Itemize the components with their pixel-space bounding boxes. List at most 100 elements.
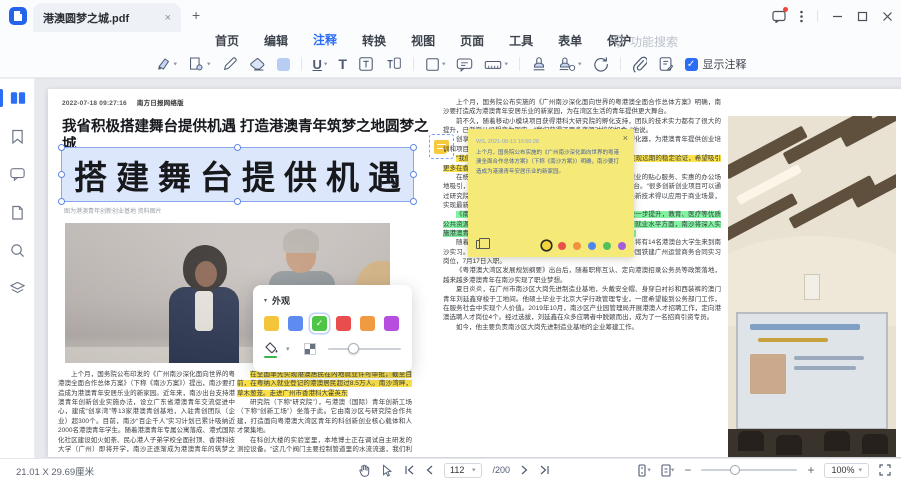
fullscreen-button[interactable]: [879, 464, 891, 476]
sidebar-item-thumbnails[interactable]: [0, 79, 35, 117]
note-color-dot[interactable]: [573, 242, 581, 250]
article-paragraph: 研究院（下称“研究院”），与港澳（国际）青年创新工场（下称“创新工场”）坐落于此…: [237, 398, 412, 435]
underline-tool[interactable]: U ▾: [313, 57, 328, 72]
menu-item[interactable]: 页面: [460, 32, 484, 52]
opacity-icon[interactable]: [304, 343, 316, 355]
note-color-dot[interactable]: [558, 242, 566, 250]
maximize-button[interactable]: [857, 11, 868, 22]
menu-item[interactable]: 编辑: [264, 32, 288, 52]
rotate-tool[interactable]: [593, 56, 609, 72]
resize-handle[interactable]: [58, 171, 65, 178]
checkbox-checked-icon[interactable]: ✓: [685, 58, 698, 71]
note-copy-icon[interactable]: [476, 240, 485, 249]
sidebar-item-search[interactable]: [0, 231, 35, 269]
color-swatch[interactable]: [336, 316, 351, 331]
note-body-text[interactable]: 上个月，国务院公布实施的《广州南沙深化面向世界的粤港澳全面合作总体方案》（下称《…: [476, 149, 624, 177]
note-color-dot[interactable]: [588, 242, 596, 250]
comment-tool[interactable]: [456, 57, 473, 72]
signature-tool[interactable]: ▾: [558, 56, 582, 72]
color-swatch[interactable]: [312, 316, 327, 331]
menu-item[interactable]: 表单: [558, 32, 582, 52]
page-number-value[interactable]: 112: [450, 465, 468, 475]
document-viewer[interactable]: 2022-07-18 09:27:16南方日报网络版 我省积极搭建舞台提供机遇 …: [35, 78, 901, 458]
zoom-out-button[interactable]: −: [684, 463, 691, 477]
measure-tool[interactable]: ▾: [484, 58, 508, 71]
textbox-tool[interactable]: [358, 56, 374, 72]
opacity-slider[interactable]: [328, 348, 401, 350]
collapse-triangle-icon[interactable]: ▾: [264, 297, 267, 304]
color-swatch[interactable]: [384, 316, 399, 331]
eraser-tool[interactable]: [249, 57, 266, 72]
highlighter-tool[interactable]: ▾: [154, 56, 177, 72]
chevron-down-icon[interactable]: ▾: [286, 345, 290, 353]
menu-item[interactable]: 注释: [313, 31, 337, 53]
pencil-tool[interactable]: [222, 56, 238, 72]
color-swatch[interactable]: [288, 316, 303, 331]
new-tab-button[interactable]: +: [192, 7, 200, 23]
zoom-slider-knob[interactable]: [730, 465, 740, 475]
feedback-icon[interactable]: [772, 10, 786, 23]
sidebar-item-bookmarks[interactable]: [0, 117, 35, 155]
typewriter-tool[interactable]: [385, 56, 402, 72]
note-color-dot[interactable]: [542, 241, 551, 250]
color-swatch: [277, 58, 290, 71]
select-tool-icon[interactable]: [381, 464, 393, 477]
color-swatch[interactable]: [264, 316, 279, 331]
feature-search[interactable]: 功能搜索: [612, 33, 678, 50]
fit-page-button[interactable]: ▾: [661, 464, 675, 477]
fill-color-icon[interactable]: [264, 342, 278, 356]
previous-page-button[interactable]: [426, 465, 433, 475]
chevron-down-icon[interactable]: ▾: [671, 467, 675, 473]
resize-handle[interactable]: [410, 144, 417, 151]
chevron-down-icon[interactable]: ▾: [858, 467, 862, 473]
note-color-dot[interactable]: [603, 242, 611, 250]
color-swatch[interactable]: [360, 316, 375, 331]
selected-text-block[interactable]: 搭建舞台提供机遇: [61, 147, 414, 202]
title-bar: 港澳圆梦之城.pdf × +: [0, 0, 901, 32]
notes-tool[interactable]: [658, 56, 674, 72]
stamp-tool[interactable]: [531, 56, 547, 72]
hand-tool-icon[interactable]: [358, 464, 370, 477]
shapes-tool[interactable]: ▾: [425, 57, 446, 72]
chevron-down-icon[interactable]: ▾: [472, 467, 476, 473]
sidebar-item-layers[interactable]: [0, 269, 35, 307]
resize-handle[interactable]: [58, 198, 65, 205]
note-color-dot[interactable]: [618, 242, 626, 250]
next-page-button[interactable]: [521, 465, 528, 475]
zoom-level-select[interactable]: 100% ▾: [824, 463, 869, 478]
chevron-down-icon[interactable]: ▾: [647, 467, 651, 473]
show-annotations-toggle[interactable]: ✓ 显示注释: [685, 56, 747, 72]
text-tool[interactable]: T: [338, 56, 347, 72]
menu-item[interactable]: 首页: [215, 32, 239, 52]
chevron-down-icon: ▾: [173, 61, 177, 67]
menu-item[interactable]: 工具: [509, 32, 533, 52]
menu-item[interactable]: 视图: [411, 32, 435, 52]
document-tab[interactable]: 港澳圆梦之城.pdf ×: [33, 3, 181, 32]
zoom-in-button[interactable]: +: [807, 463, 814, 477]
area-highlight-tool[interactable]: ▾: [188, 56, 211, 72]
sidebar-item-pages[interactable]: [0, 193, 35, 231]
resize-handle[interactable]: [410, 171, 417, 178]
note-close-icon[interactable]: ×: [623, 133, 628, 143]
more-menu-icon[interactable]: [800, 10, 803, 23]
last-page-button[interactable]: [539, 465, 550, 475]
resize-handle[interactable]: [410, 198, 417, 205]
resize-handle[interactable]: [58, 144, 65, 151]
active-color-swatch[interactable]: [277, 58, 290, 71]
page-number-input[interactable]: 112 ▾: [444, 463, 482, 478]
minimize-button[interactable]: [832, 11, 843, 22]
sticky-note-popup[interactable]: × WS, 2021-08-13 10:50:28 上个月，国务院公布实施的《广…: [468, 129, 634, 257]
first-page-button[interactable]: [404, 465, 415, 475]
zoom-slider[interactable]: [701, 469, 797, 471]
menu-item[interactable]: 转换: [362, 32, 386, 52]
opacity-slider-knob[interactable]: [348, 343, 359, 354]
sidebar-item-comments[interactable]: [0, 155, 35, 193]
article-paragraph: 上个月，国务院公布印发的《广州南沙深化面向世界的粤港澳全面合作总体方案》（下称《…: [58, 370, 235, 452]
attachment-tool[interactable]: [632, 56, 647, 73]
scroll-mode-button[interactable]: ▾: [637, 464, 651, 477]
resize-handle[interactable]: [234, 144, 241, 151]
close-button[interactable]: [882, 11, 893, 22]
resize-handle[interactable]: [234, 198, 241, 205]
tab-close-icon[interactable]: ×: [165, 12, 171, 24]
divider: [301, 57, 302, 71]
